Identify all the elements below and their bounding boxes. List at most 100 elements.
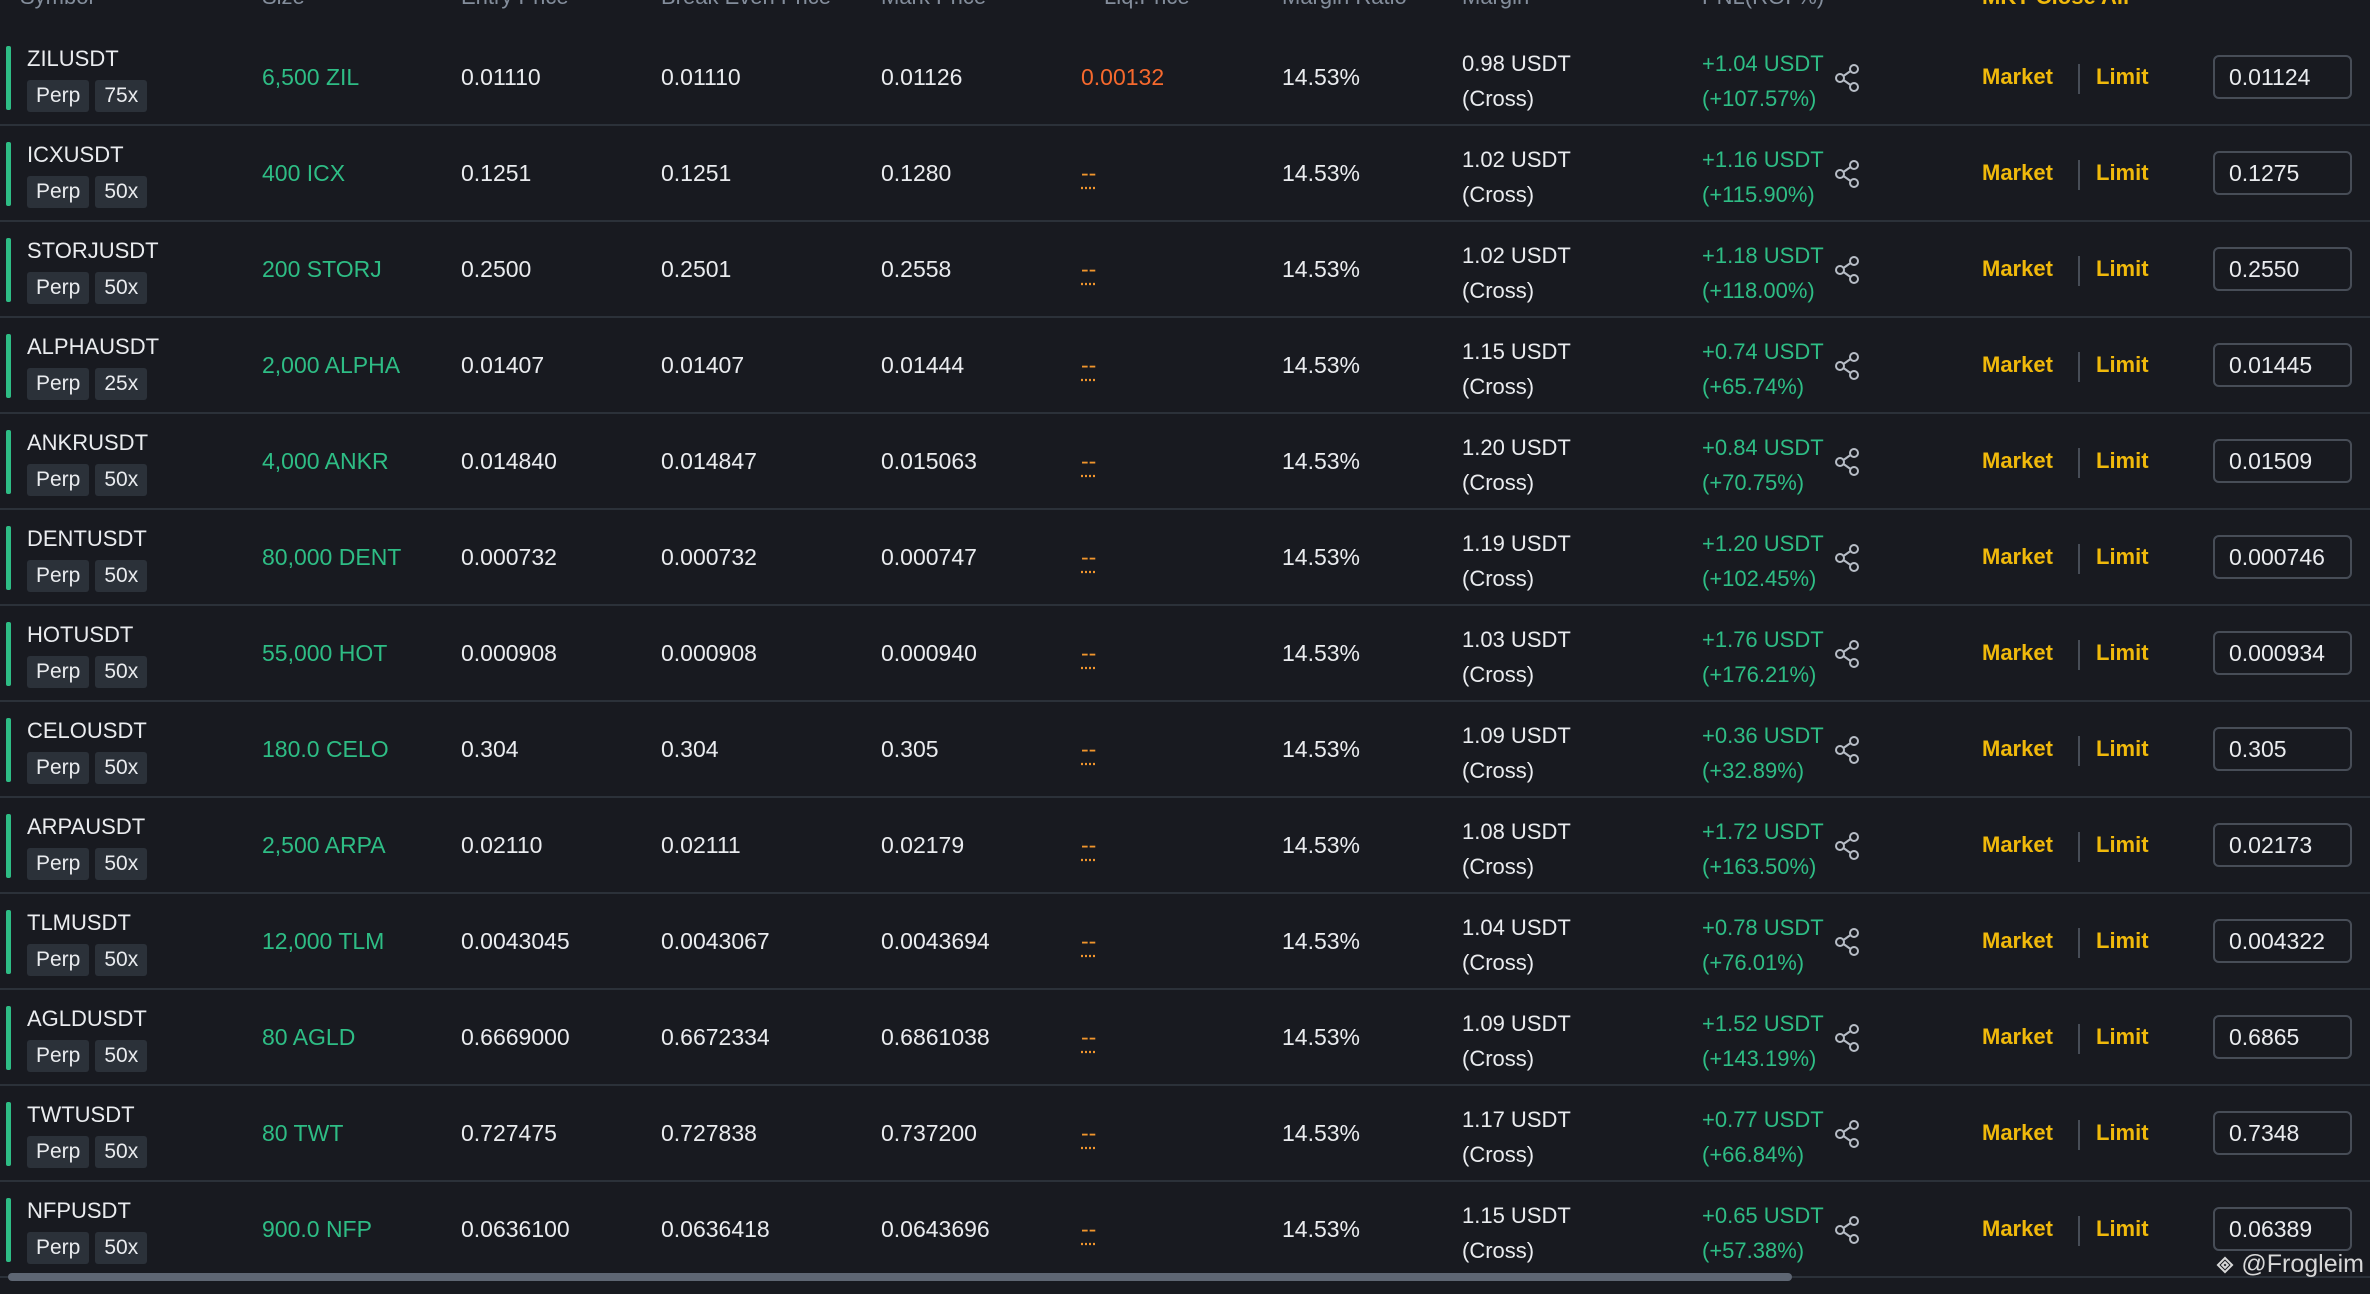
header-symbol[interactable]: Symbol xyxy=(20,0,93,10)
symbol[interactable]: ARPAUSDT xyxy=(27,814,145,840)
symbol[interactable]: AGLDUSDT xyxy=(27,1006,147,1032)
market-close-button[interactable]: Market xyxy=(1982,736,2053,762)
share-icon[interactable] xyxy=(1833,447,1861,477)
symbol[interactable]: DENTUSDT xyxy=(27,526,147,552)
header-break-even-price[interactable]: Break Even Price xyxy=(661,0,831,10)
limit-close-button[interactable]: Limit xyxy=(2096,736,2149,762)
share-icon[interactable] xyxy=(1833,831,1861,861)
leverage-badge[interactable]: 50x xyxy=(95,1040,148,1072)
margin-mode[interactable]: (Cross) xyxy=(1462,465,1571,500)
limit-price-input[interactable] xyxy=(2213,919,2352,963)
header-liq-price[interactable]: Liq.Price xyxy=(1104,0,1190,10)
limit-price-input[interactable] xyxy=(2213,631,2352,675)
symbol[interactable]: NFPUSDT xyxy=(27,1198,131,1224)
limit-price-input[interactable] xyxy=(2213,247,2352,291)
limit-price-input[interactable] xyxy=(2213,823,2352,867)
symbol[interactable]: ALPHAUSDT xyxy=(27,334,159,360)
limit-close-button[interactable]: Limit xyxy=(2096,1216,2149,1242)
market-close-button[interactable]: Market xyxy=(1982,544,2053,570)
market-close-button[interactable]: Market xyxy=(1982,928,2053,954)
leverage-badge[interactable]: 50x xyxy=(95,176,148,208)
share-icon[interactable] xyxy=(1833,351,1861,381)
header-margin[interactable]: Margin xyxy=(1462,0,1529,10)
leverage-badge[interactable]: 50x xyxy=(95,272,148,304)
market-close-button[interactable]: Market xyxy=(1982,64,2053,90)
limit-price-input[interactable] xyxy=(2213,727,2352,771)
market-close-button[interactable]: Market xyxy=(1982,1216,2053,1242)
margin-mode[interactable]: (Cross) xyxy=(1462,657,1571,692)
market-close-button[interactable]: Market xyxy=(1982,352,2053,378)
header-entry-price[interactable]: Entry Price xyxy=(461,0,569,10)
margin-mode[interactable]: (Cross) xyxy=(1462,81,1571,116)
leverage-badge[interactable]: 75x xyxy=(95,80,148,112)
close-all-button[interactable]: MKT Close All xyxy=(1982,0,2129,10)
limit-close-button[interactable]: Limit xyxy=(2096,352,2149,378)
market-close-button[interactable]: Market xyxy=(1982,448,2053,474)
market-close-button[interactable]: Market xyxy=(1982,160,2053,186)
limit-price-input[interactable] xyxy=(2213,535,2352,579)
share-icon[interactable] xyxy=(1833,255,1861,285)
leverage-badge[interactable]: 50x xyxy=(95,1136,148,1168)
market-close-button[interactable]: Market xyxy=(1982,1024,2053,1050)
symbol[interactable]: STORJUSDT xyxy=(27,238,159,264)
leverage-badge[interactable]: 25x xyxy=(95,368,148,400)
symbol[interactable]: CELOUSDT xyxy=(27,718,147,744)
share-icon[interactable] xyxy=(1833,1119,1861,1149)
margin-mode[interactable]: (Cross) xyxy=(1462,369,1571,404)
margin-mode[interactable]: (Cross) xyxy=(1462,1137,1571,1172)
limit-close-button[interactable]: Limit xyxy=(2096,1024,2149,1050)
leverage-badge[interactable]: 50x xyxy=(95,656,148,688)
symbol[interactable]: TLMUSDT xyxy=(27,910,131,936)
leverage-badge[interactable]: 50x xyxy=(95,560,148,592)
symbol[interactable]: ICXUSDT xyxy=(27,142,124,168)
symbol[interactable]: ANKRUSDT xyxy=(27,430,148,456)
limit-close-button[interactable]: Limit xyxy=(2096,1120,2149,1146)
market-close-button[interactable]: Market xyxy=(1982,640,2053,666)
header-size[interactable]: Size xyxy=(262,0,305,10)
leverage-badge[interactable]: 50x xyxy=(95,848,148,880)
share-icon[interactable] xyxy=(1833,927,1861,957)
market-close-button[interactable]: Market xyxy=(1982,1120,2053,1146)
market-close-button[interactable]: Market xyxy=(1982,256,2053,282)
share-icon[interactable] xyxy=(1833,1023,1861,1053)
limit-close-button[interactable]: Limit xyxy=(2096,544,2149,570)
margin-mode[interactable]: (Cross) xyxy=(1462,177,1571,212)
header-margin-ratio[interactable]: Margin Ratio xyxy=(1282,0,1407,10)
leverage-badge[interactable]: 50x xyxy=(95,1232,148,1264)
share-icon[interactable] xyxy=(1833,639,1861,669)
limit-price-input[interactable] xyxy=(2213,1111,2352,1155)
market-close-button[interactable]: Market xyxy=(1982,832,2053,858)
margin-mode[interactable]: (Cross) xyxy=(1462,753,1571,788)
margin-mode[interactable]: (Cross) xyxy=(1462,945,1571,980)
limit-close-button[interactable]: Limit xyxy=(2096,832,2149,858)
symbol[interactable]: ZILUSDT xyxy=(27,46,119,72)
limit-close-button[interactable]: Limit xyxy=(2096,64,2149,90)
limit-close-button[interactable]: Limit xyxy=(2096,256,2149,282)
header-mark-price[interactable]: Mark Price xyxy=(881,0,986,10)
limit-price-input[interactable] xyxy=(2213,343,2352,387)
share-icon[interactable] xyxy=(1833,159,1861,189)
share-icon[interactable] xyxy=(1833,63,1861,93)
margin-mode[interactable]: (Cross) xyxy=(1462,849,1571,884)
limit-price-input[interactable] xyxy=(2213,151,2352,195)
margin-mode[interactable]: (Cross) xyxy=(1462,273,1571,308)
symbol[interactable]: TWTUSDT xyxy=(27,1102,135,1128)
margin-mode[interactable]: (Cross) xyxy=(1462,561,1571,596)
limit-close-button[interactable]: Limit xyxy=(2096,640,2149,666)
limit-close-button[interactable]: Limit xyxy=(2096,448,2149,474)
limit-price-input[interactable] xyxy=(2213,1207,2352,1251)
limit-close-button[interactable]: Limit xyxy=(2096,160,2149,186)
margin-mode[interactable]: (Cross) xyxy=(1462,1233,1571,1268)
header-pnl[interactable]: PNL(ROI %) xyxy=(1702,0,1824,10)
scrollbar-thumb[interactable] xyxy=(8,1273,1792,1281)
limit-price-input[interactable] xyxy=(2213,439,2352,483)
symbol[interactable]: HOTUSDT xyxy=(27,622,133,648)
margin-mode[interactable]: (Cross) xyxy=(1462,1041,1571,1076)
limit-close-button[interactable]: Limit xyxy=(2096,928,2149,954)
share-icon[interactable] xyxy=(1833,735,1861,765)
limit-price-input[interactable] xyxy=(2213,1015,2352,1059)
share-icon[interactable] xyxy=(1833,543,1861,573)
share-icon[interactable] xyxy=(1833,1215,1861,1245)
limit-price-input[interactable] xyxy=(2213,55,2352,99)
leverage-badge[interactable]: 50x xyxy=(95,944,148,976)
